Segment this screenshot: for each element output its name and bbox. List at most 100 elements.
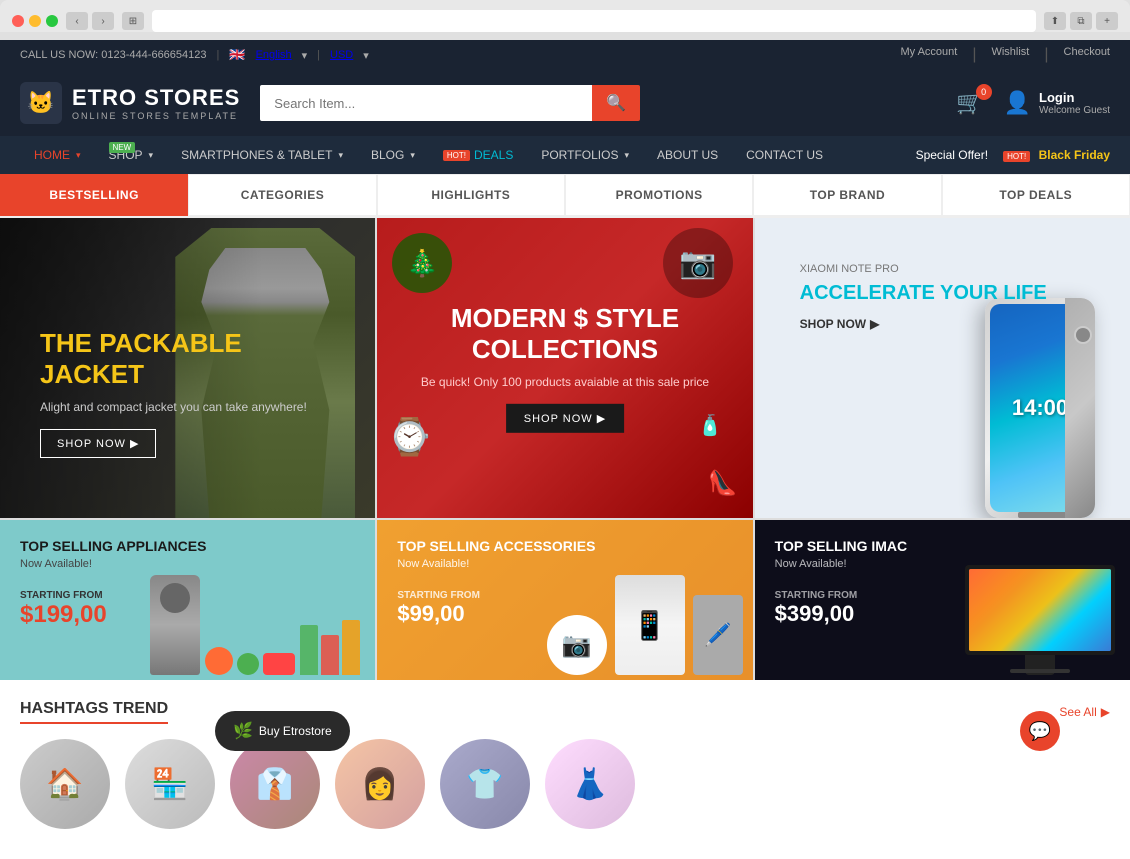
see-all-link[interactable]: See All ▶	[1059, 705, 1110, 719]
fruits	[205, 647, 295, 675]
minimize-dot[interactable]	[29, 15, 41, 27]
hashtag-thumb-3[interactable]: 👔	[230, 739, 320, 829]
tab-top-deals[interactable]: TOP DEALS	[942, 174, 1130, 216]
separator-2: |	[317, 49, 320, 61]
address-bar[interactable]	[152, 10, 1036, 32]
banner2-title: MODERN $ STYLE COLLECTIONS	[416, 303, 714, 365]
banner1-cta-label: SHOP NOW	[57, 438, 126, 450]
nav-smartphones-label: SMARTPHONES & TABLET	[181, 148, 332, 162]
nav-deals-label: DEALS	[474, 148, 513, 162]
currency-selector[interactable]: USD	[330, 49, 353, 61]
tab-categories[interactable]: CATEGORIES	[188, 174, 376, 216]
maximize-dot[interactable]	[46, 15, 58, 27]
nav-item-smartphones[interactable]: SMARTPHONES & TABLET ▾	[167, 136, 357, 174]
my-account-link[interactable]: My Account	[900, 46, 957, 64]
shop-dropdown-arrow: ▾	[149, 150, 154, 161]
phone-number: CALL US NOW: 0123-444-666654123	[20, 49, 207, 61]
hashtags-title: HASHTAGS TREND	[20, 700, 168, 724]
hashtag-thumb-5[interactable]: 👕	[440, 739, 530, 829]
banner-appliances[interactable]: TOP SELLING APPLIANCES Now Available! ST…	[0, 520, 375, 680]
search-button[interactable]: 🔍	[592, 85, 640, 121]
browser-actions: ⬆ ⧉ +	[1044, 12, 1118, 30]
language-selector[interactable]: English	[256, 49, 292, 61]
hashtags-section: HASHTAGS TREND See All ▶ 🏠 🏪 👔 👩 👕 👗	[0, 680, 1130, 859]
imac-screen-content	[969, 569, 1111, 651]
appliances-sub: Now Available!	[20, 558, 355, 570]
juice-cups	[300, 620, 360, 675]
imac-visual-container	[960, 545, 1120, 675]
nav-item-about[interactable]: ABOUT US	[643, 136, 732, 174]
tabs-button[interactable]: ⧉	[1070, 12, 1092, 30]
banner3-title: ACCELERATE YOUR LIFE	[800, 281, 1085, 305]
search-input[interactable]	[260, 85, 592, 121]
chat-button[interactable]: 💬	[1020, 711, 1060, 751]
logo[interactable]: 🐱 ETRO STORES ONLINE STORES TEMPLATE	[20, 82, 240, 124]
banner1-subtitle: Alight and compact jacket you can take a…	[40, 400, 335, 414]
nav-item-deals[interactable]: HOT! DEALS	[429, 136, 527, 174]
cup-orange	[342, 620, 360, 675]
deals-hot-badge: HOT!	[443, 150, 470, 161]
accessories-visual: 📷 📱 🖊️	[547, 575, 743, 675]
nav-contact-label: CONTACT US	[746, 148, 823, 162]
nav-item-home[interactable]: HOME ▾	[20, 136, 95, 174]
banner1-content: THE PACKABLE JACKET Alight and compact j…	[20, 308, 355, 478]
banner2-cta[interactable]: SHOP NOW ▶	[506, 404, 624, 433]
nav-left: HOME ▾ NEW SHOP ▾ SMARTPHONES & TABLET ▾…	[20, 136, 837, 174]
camera-ball: 📷	[547, 615, 607, 675]
imac-screen-display	[969, 569, 1111, 651]
tab-top-brand[interactable]: TOP BRAND	[753, 174, 941, 216]
banner-phone[interactable]: 14:00 XIAOMI NOTE PRO ACCELERATE YOUR LI…	[755, 218, 1130, 518]
buy-btn-label: Buy Etrostore	[259, 724, 332, 738]
hashtag-thumbnails: 🏠 🏪 👔 👩 👕 👗	[20, 739, 1110, 839]
forward-button[interactable]: ›	[92, 12, 114, 30]
new-tab-button[interactable]: +	[1096, 12, 1118, 30]
accessory-item: 🖊️	[693, 595, 743, 675]
nav-item-portfolios[interactable]: PORTFOLIOS ▾	[527, 136, 643, 174]
browser-window: ‹ › ⊞ ⬆ ⧉ +	[0, 0, 1130, 32]
phone-time: 14:00	[1012, 395, 1068, 421]
separator-3: |	[972, 46, 976, 64]
login-area[interactable]: 👤 Login Welcome Guest	[1004, 90, 1110, 116]
logo-text: ETRO STORES ONLINE STORES TEMPLATE	[72, 85, 240, 121]
cup-green	[300, 625, 318, 675]
banner3-cta[interactable]: SHOP NOW ▶	[800, 317, 1085, 331]
header: 🐱 ETRO STORES ONLINE STORES TEMPLATE 🔍 🛒…	[0, 70, 1130, 136]
accessories-title: TOP SELLING ACCESSORIES	[397, 538, 732, 554]
banner-imac[interactable]: TOP SELLING IMAC Now Available! STARTING…	[755, 520, 1130, 680]
banner-collections[interactable]: 🎄 📷 ⌚ 👠 🧴 MODERN $ STYLE COLLECTIONS Be …	[377, 218, 752, 518]
checkout-link[interactable]: Checkout	[1064, 46, 1110, 64]
wishlist-link[interactable]: Wishlist	[991, 46, 1029, 64]
tab-bestselling[interactable]: BESTSELLING	[0, 174, 188, 216]
nav-blog-label: BLOG	[371, 148, 404, 162]
hashtag-thumb-4[interactable]: 👩	[335, 739, 425, 829]
window-button[interactable]: ⊞	[122, 12, 144, 30]
browser-nav2: ⊞	[122, 12, 144, 30]
tab-promotions[interactable]: PROMOTIONS	[565, 174, 753, 216]
nav-item-contact[interactable]: CONTACT US	[732, 136, 837, 174]
buy-etrostore-button[interactable]: 🌿 Buy Etrostore	[215, 711, 350, 751]
banner-accessories[interactable]: 📷 📱 🖊️ TOP SELLING ACCESSORIES Now Avail…	[377, 520, 752, 680]
banner1-cta[interactable]: SHOP NOW ▶	[40, 429, 156, 458]
nav-right: Special Offer! HOT! Black Friday	[916, 146, 1110, 164]
hashtag-thumb-2[interactable]: 🏪	[125, 739, 215, 829]
imac-base	[1010, 669, 1070, 673]
product-tabs: BESTSELLING CATEGORIES HIGHLIGHTS PROMOT…	[0, 174, 1130, 218]
hashtag-thumb-1[interactable]: 🏠	[20, 739, 110, 829]
chat-icon: 💬	[1029, 721, 1051, 742]
portfolios-dropdown-arrow: ▾	[624, 150, 629, 161]
tab-highlights[interactable]: HIGHLIGHTS	[377, 174, 565, 216]
back-button[interactable]: ‹	[66, 12, 88, 30]
share-button[interactable]: ⬆	[1044, 12, 1066, 30]
hot-tag: HOT!	[1003, 151, 1030, 162]
top-bar-right: My Account | Wishlist | Checkout	[900, 46, 1110, 64]
close-dot[interactable]	[12, 15, 24, 27]
nav-item-blog[interactable]: BLOG ▾	[357, 136, 429, 174]
banner-jacket[interactable]: THE PACKABLE JACKET Alight and compact j…	[0, 218, 375, 518]
top-bar: CALL US NOW: 0123-444-666654123 | 🇬🇧 Eng…	[0, 40, 1130, 70]
nav-item-shop[interactable]: NEW SHOP ▾	[95, 136, 168, 174]
banner1-title: THE PACKABLE JACKET	[40, 328, 335, 390]
window-controls	[12, 15, 58, 27]
cart-icon[interactable]: 🛒 0	[956, 90, 983, 116]
main-nav: HOME ▾ NEW SHOP ▾ SMARTPHONES & TABLET ▾…	[0, 136, 1130, 174]
hashtag-thumb-6[interactable]: 👗	[545, 739, 635, 829]
